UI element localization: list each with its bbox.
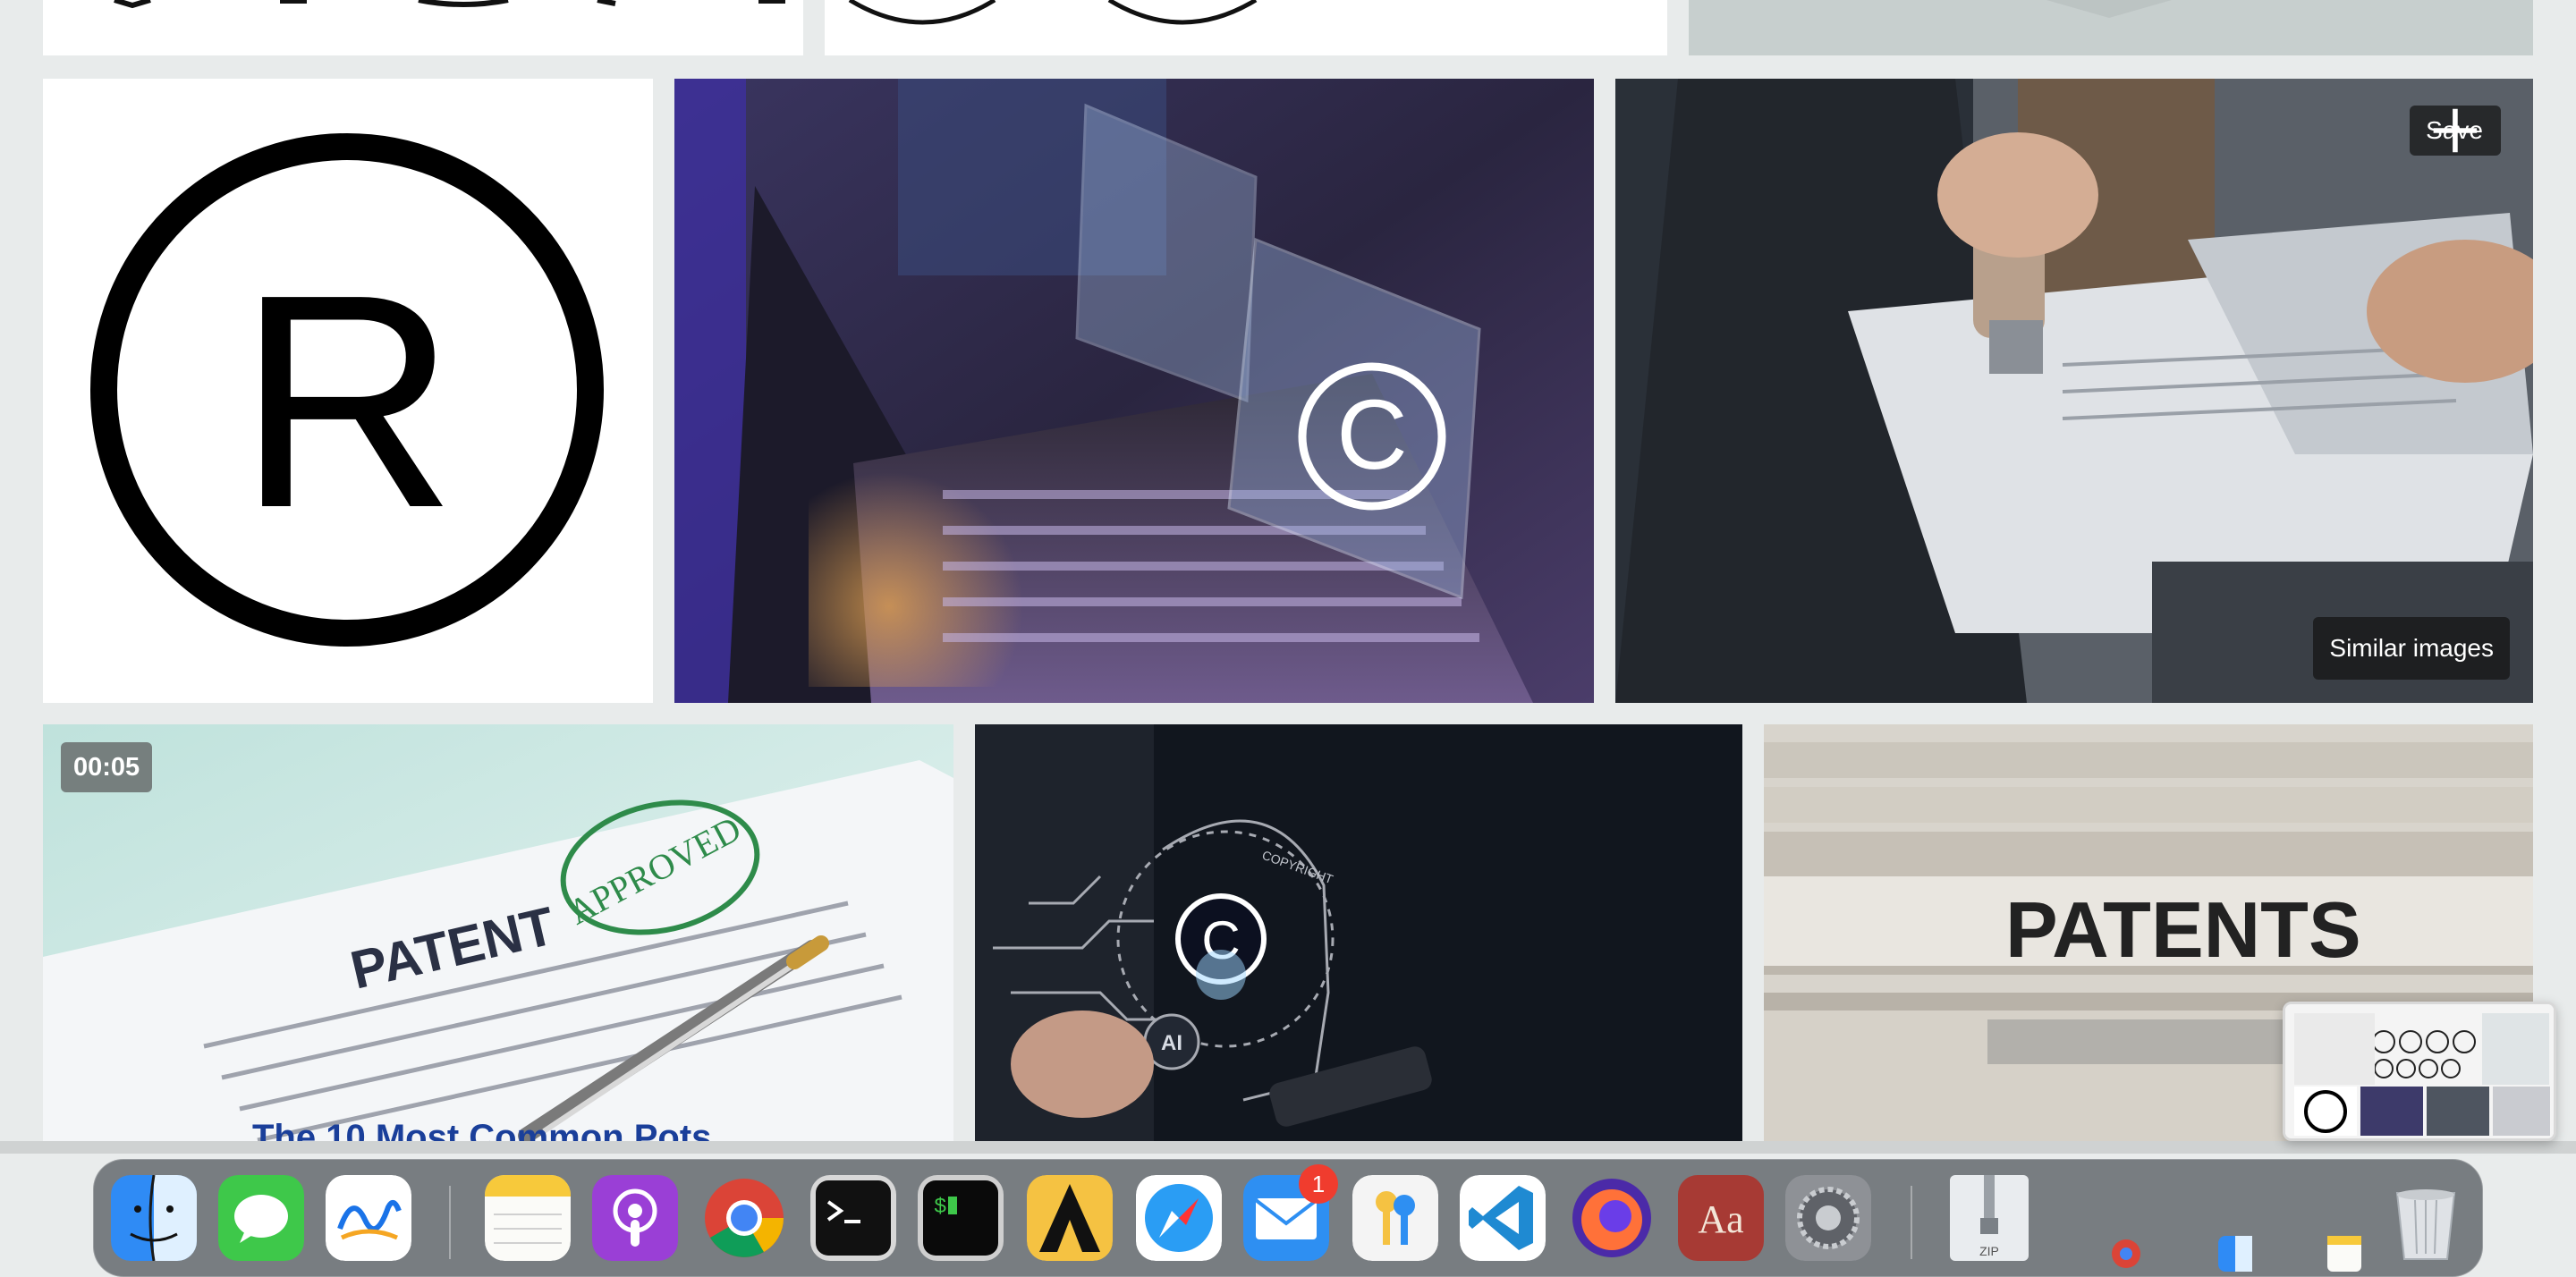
chrome-icon[interactable]	[701, 1175, 787, 1261]
screenshot-preview-thumbnail[interactable]	[2283, 1002, 2556, 1141]
archive-zip-icon[interactable]: ZIP	[1946, 1175, 2032, 1261]
freeform-icon[interactable]	[326, 1175, 411, 1261]
messages-icon[interactable]	[218, 1175, 304, 1261]
svg-text:$: $	[934, 1196, 946, 1220]
image-tile-registered-symbol[interactable]: R	[43, 79, 653, 703]
safari-icon[interactable]	[1136, 1175, 1222, 1261]
svg-text:C: C	[1336, 380, 1407, 490]
image-tile-symbols-top-left[interactable]	[43, 0, 803, 55]
dictionary-icon[interactable]: Aa	[1678, 1175, 1764, 1261]
notes-window-icon[interactable]	[2327, 1236, 2361, 1272]
save-button[interactable]: Save	[2410, 106, 2501, 156]
image-tile-laptop-copyright[interactable]: C	[674, 79, 1594, 703]
keychain-icon[interactable]	[1352, 1175, 1438, 1261]
dock-separator	[449, 1186, 451, 1259]
zip-label: ZIP	[1979, 1244, 1999, 1258]
video-tile-patent-approved[interactable]: PATENT APPROVED 00:05	[43, 724, 953, 1145]
video-duration-badge: 00:05	[61, 742, 153, 792]
chrome-window-icon[interactable]	[2109, 1236, 2143, 1272]
patents-label: PATENTS	[2005, 885, 2361, 974]
finder-window-icon[interactable]	[2218, 1236, 2252, 1272]
svg-text:R: R	[237, 232, 457, 571]
browser-window-bottom-edge	[0, 1141, 2576, 1154]
image-tile-circles-top-middle[interactable]	[825, 0, 1667, 55]
mail-unread-badge: 1	[1299, 1164, 1338, 1204]
dictionary-glyph: Aa	[1698, 1197, 1743, 1241]
ai-chip-label: AI	[1161, 1031, 1182, 1055]
aim-icon[interactable]	[1027, 1175, 1113, 1261]
podcasts-icon[interactable]	[592, 1175, 678, 1261]
firefox-icon[interactable]	[1569, 1175, 1655, 1261]
similar-images-button[interactable]: Similar images	[2313, 617, 2510, 680]
terminal-icon[interactable]	[810, 1175, 896, 1261]
image-grid: R C Similar images PATENT APPROVED 00:05…	[0, 0, 2576, 1145]
dock-separator	[1911, 1186, 1912, 1259]
terminal-dark-icon[interactable]: $	[918, 1175, 1004, 1261]
similar-images-label: Similar images	[2329, 634, 2494, 662]
image-tile-grey-top-right[interactable]	[1689, 0, 2533, 55]
finder-icon[interactable]	[111, 1175, 197, 1261]
trash-icon[interactable]	[2383, 1175, 2469, 1261]
image-tile-stamp-document[interactable]: Save Similar images	[1615, 79, 2533, 703]
vscode-icon[interactable]	[1460, 1175, 1546, 1261]
notes-icon[interactable]	[485, 1175, 571, 1261]
image-tile-ai-copyright[interactable]: C COPYRIGHT AI	[975, 724, 1742, 1145]
plus-icon	[2433, 108, 2478, 153]
system-settings-icon[interactable]	[1785, 1175, 1871, 1261]
